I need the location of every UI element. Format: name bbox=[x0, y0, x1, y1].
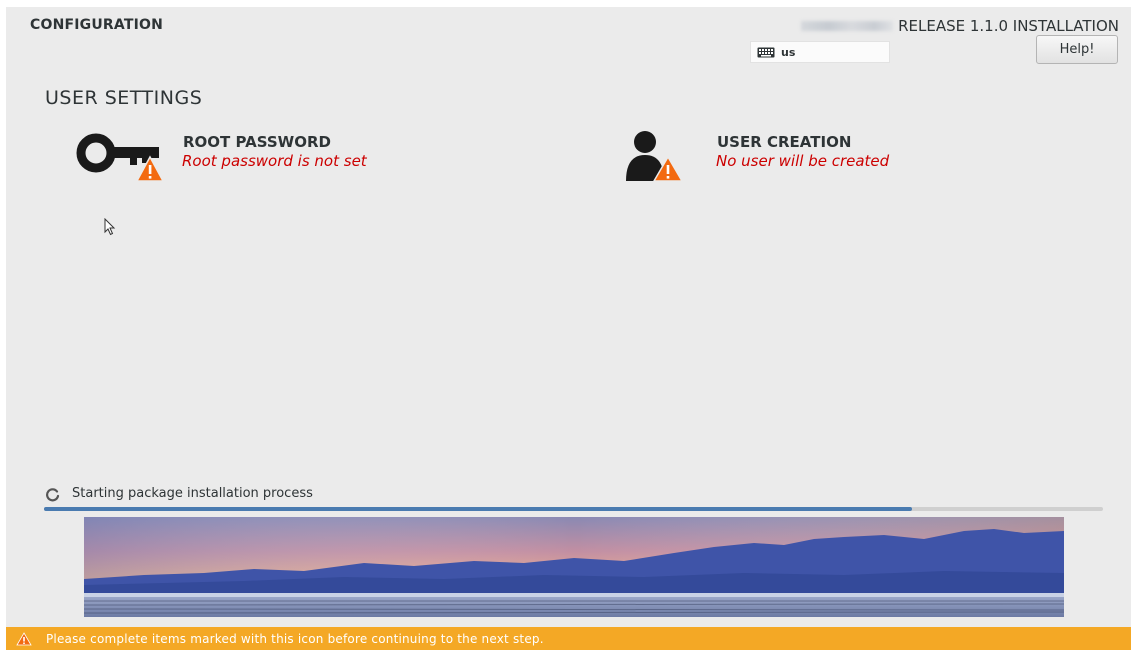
user-creation-title: USER CREATION bbox=[717, 133, 852, 151]
warning-bar: Please complete items marked with this i… bbox=[6, 627, 1131, 650]
keyboard-layout-label: us bbox=[781, 45, 796, 59]
warning-badge-icon bbox=[136, 155, 164, 181]
warning-message: Please complete items marked with this i… bbox=[46, 631, 544, 646]
key-icon bbox=[76, 133, 164, 181]
progress-bar bbox=[44, 507, 1103, 511]
root-password-title: ROOT PASSWORD bbox=[183, 133, 331, 151]
user-creation-spoke[interactable]: USER CREATION No user will be created bbox=[616, 125, 976, 185]
redacted-product-name bbox=[801, 20, 894, 31]
root-password-status: Root password is not set bbox=[182, 152, 367, 170]
header-section-title: CONFIGURATION bbox=[30, 17, 164, 33]
root-password-spoke[interactable]: ROOT PASSWORD Root password is not set bbox=[66, 125, 426, 185]
product-release-label: RELEASE 1.1.0 INSTALLATION bbox=[898, 17, 1119, 35]
progress-bar-fill bbox=[44, 507, 913, 511]
keyboard-layout-indicator[interactable]: us bbox=[750, 41, 890, 63]
keyboard-icon bbox=[757, 47, 775, 57]
user-settings-heading: USER SETTINGS bbox=[45, 87, 203, 109]
user-icon bbox=[626, 131, 683, 181]
progress-message: Starting package installation process bbox=[72, 486, 313, 501]
header-product-title: RELEASE 1.1.0 INSTALLATION bbox=[801, 17, 1119, 35]
mouse-pointer-icon bbox=[104, 218, 116, 236]
installer-window: CONFIGURATION RELEASE 1.1.0 INSTALLATION… bbox=[6, 7, 1131, 650]
help-button[interactable]: Help! bbox=[1036, 35, 1118, 64]
user-creation-status: No user will be created bbox=[716, 152, 890, 170]
warning-triangle-icon bbox=[16, 631, 32, 645]
landscape-banner-image bbox=[84, 517, 1064, 617]
spinner-icon bbox=[46, 488, 60, 502]
